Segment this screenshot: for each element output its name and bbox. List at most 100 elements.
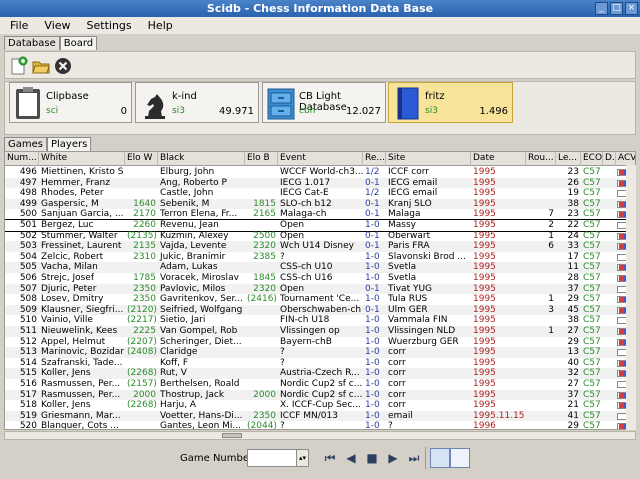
table-row[interactable]: 511 Nieuwelink, Kees 2225 Van Gompel, Rob Vl… — [5, 326, 635, 337]
table-cell: (2157) — [127, 379, 157, 389]
table-row[interactable]: 518 Koller, Jens (2268) Harju, A X. ICCF-Cup… — [5, 400, 635, 411]
table-cell: 1785 — [133, 273, 156, 283]
table-cell: 513 — [19, 347, 37, 358]
menu-view[interactable]: View — [34, 17, 76, 34]
table-row[interactable]: 497 Hemmer, Franz Ang, Roberto P IECG 1.017… — [5, 177, 635, 189]
table-row[interactable]: 516 Rasmussen, Per... (2157) Berthelsen, Ro… — [5, 379, 635, 390]
table-cell: 1995 — [473, 400, 496, 411]
table-row[interactable]: 504 Zelcic, Robert 2310 Jukic, Branimir 2385… — [5, 251, 635, 263]
tab-games[interactable]: Games — [4, 137, 47, 151]
table-row[interactable]: 514 Szafranski, Tade... Koff, F? 1-0 corr 199… — [5, 357, 635, 369]
menu-settings[interactable]: Settings — [77, 17, 138, 34]
column-header[interactable]: White — [39, 152, 125, 166]
next-icon[interactable]: ▶ — [385, 450, 401, 466]
new-database-icon[interactable] — [9, 56, 29, 76]
column-header[interactable]: Elo W — [125, 152, 158, 166]
table-cell: C57 — [583, 209, 601, 220]
maximize-icon[interactable]: □ — [610, 2, 623, 15]
table-row[interactable]: 498 Rhodes, Peter Castle, John IECG Cat-E 1/… — [5, 188, 635, 199]
table-cell — [526, 358, 556, 369]
table-row[interactable]: 508 Losev, Dmitry 2350 Gavritenkov, Ser... (… — [5, 294, 635, 305]
table-cell: 1995 — [473, 283, 496, 294]
column-header[interactable]: Re... — [363, 152, 386, 166]
table-cell: Strejc, Josef — [41, 273, 95, 283]
menu-file[interactable]: File — [0, 17, 34, 34]
column-header[interactable]: Elo B — [245, 152, 278, 166]
table-row[interactable]: 503 Fressinet, Laurent 2135 Vajda, Levente 2… — [5, 241, 635, 252]
table-cell: Oberwart — [388, 230, 431, 241]
game-number-input[interactable] — [247, 449, 297, 467]
table-cell: WCCF World-ch3... — [280, 167, 363, 177]
last-icon[interactable]: ⏭ — [406, 450, 422, 466]
table-row[interactable]: 505 Vacha, Milan Adam, Lukas CSS-ch U10 1-0 S… — [5, 262, 635, 273]
table-cell: Harju, A — [160, 400, 197, 411]
table-cell: Rasmussen, Per... — [41, 389, 121, 400]
table-row[interactable]: 517 Rasmussen, Per... 2000 Thostrup, Jack 20… — [5, 389, 635, 401]
column-header[interactable]: Event — [278, 152, 363, 166]
table-row[interactable]: 500 Sanjuan Garcia, ... 2170 Terron Elena, … — [5, 209, 635, 220]
table-cell: Szafranski, Tade... — [41, 357, 123, 368]
table-cell: 1-0 — [365, 251, 380, 262]
table-cell: C57 — [583, 283, 601, 294]
database-k-ind[interactable]: k-ind si3 49.971 — [135, 82, 259, 123]
close-window-icon[interactable]: × — [625, 2, 638, 15]
table-cell: 1995 — [473, 188, 496, 199]
vertical-scrollbar[interactable] — [626, 165, 636, 430]
database-count: 49.971 — [219, 106, 254, 117]
previous-icon[interactable]: ◀ — [343, 450, 359, 466]
first-icon[interactable]: ⏮ — [322, 450, 338, 466]
table-row[interactable]: 515 Koller, Jens (2268) Rut, V Austria-Czech… — [5, 368, 635, 379]
database-cb-light[interactable]: CB Light Database cbh 12.027 — [262, 82, 386, 123]
table-row[interactable]: 506 Strejc, Josef 1785 Voracek, Miroslav 184… — [5, 273, 635, 284]
table-cell: Bayern-chB — [280, 336, 332, 347]
tab-database[interactable]: Database — [4, 36, 60, 50]
table-row[interactable]: 501 Bergez, Luc 2260 Revenu, Jean Open 1-0 Mas… — [5, 219, 635, 232]
column-header[interactable]: ECO — [581, 152, 603, 166]
table-row[interactable]: 519 Griesmann, Mar... Voetter, Hans-Di... 2… — [5, 410, 635, 422]
column-header[interactable]: ACV — [616, 152, 635, 166]
column-header[interactable]: Site — [386, 152, 471, 166]
table-cell: 1995 — [473, 326, 496, 336]
table-row[interactable]: 499 Gaspersic, M 1640 Sebenik, M 1815 SLO-ch … — [5, 198, 635, 210]
list-view-icon[interactable] — [430, 448, 450, 468]
table-row[interactable]: 513 Marinovic, Bozidar (2408) Claridge? 1-0 c… — [5, 347, 635, 358]
close-database-icon[interactable] — [53, 56, 73, 76]
spin-arrows-icon[interactable]: ▴▾ — [296, 449, 309, 467]
table-cell: 0-1 — [365, 241, 380, 252]
detail-view-icon[interactable] — [450, 448, 470, 468]
tab-players[interactable]: Players — [46, 137, 92, 151]
table-cell: 23 — [567, 209, 579, 220]
book-icon — [397, 87, 419, 120]
column-header[interactable]: Date — [471, 152, 526, 166]
open-folder-icon[interactable] — [31, 56, 51, 76]
database-clipbase[interactable]: Clipbase sci 0 — [9, 82, 132, 123]
database-fritz[interactable]: fritz si3 1.496 — [388, 82, 513, 123]
column-header[interactable]: Rou... — [526, 152, 556, 166]
tab-board[interactable]: Board — [59, 36, 98, 50]
menu-help[interactable]: Help — [138, 17, 179, 34]
stop-icon[interactable]: ■ — [364, 450, 380, 466]
table-cell: Appel, Helmut — [41, 336, 106, 347]
table-row[interactable]: 507 Djuric, Peter 2350 Pavlovic, Milos 2320 O… — [5, 283, 635, 295]
horizontal-scrollbar[interactable] — [4, 431, 636, 440]
table-cell: Pavlovic, Milos — [160, 283, 226, 294]
table-cell: 2385 — [253, 251, 276, 262]
window-title: Scidb - Chess Information Data Base — [206, 2, 434, 15]
column-header[interactable]: D... — [603, 152, 616, 166]
column-header[interactable]: Le... — [556, 152, 581, 166]
table-row[interactable]: 520 Blanquer, Cots ... Gantes, Leon Mi... (… — [5, 421, 635, 430]
table-cell: 1995 — [473, 198, 496, 209]
scroll-thumb[interactable] — [222, 433, 242, 438]
table-row[interactable]: 510 Vainio, Ville (2217) Sietio, Jari FIN-ch… — [5, 315, 635, 326]
table-row[interactable]: 509 Klausner, Siegfri... (2120) Seifried, W… — [5, 304, 635, 316]
table-cell: Marinovic, Bozidar — [41, 347, 125, 358]
table-row[interactable]: 496 Miettinen, Kristo S Elburg, John WCCF W… — [5, 167, 635, 178]
table-row[interactable]: 512 Appel, Helmut (2207) Scheringer, Diet..… — [5, 336, 635, 348]
column-header[interactable]: Num... — [5, 152, 39, 166]
minimize-icon[interactable]: _ — [595, 2, 608, 15]
table-row[interactable]: 502 Stummer, Walter (2135) Kuzmin, Alexey 25… — [5, 230, 635, 242]
table-cell: Ulm GER — [388, 304, 428, 315]
table-cell: CSS-ch U16 — [280, 273, 333, 283]
table-cell: ? — [280, 421, 285, 430]
column-header[interactable]: Black — [158, 152, 245, 166]
